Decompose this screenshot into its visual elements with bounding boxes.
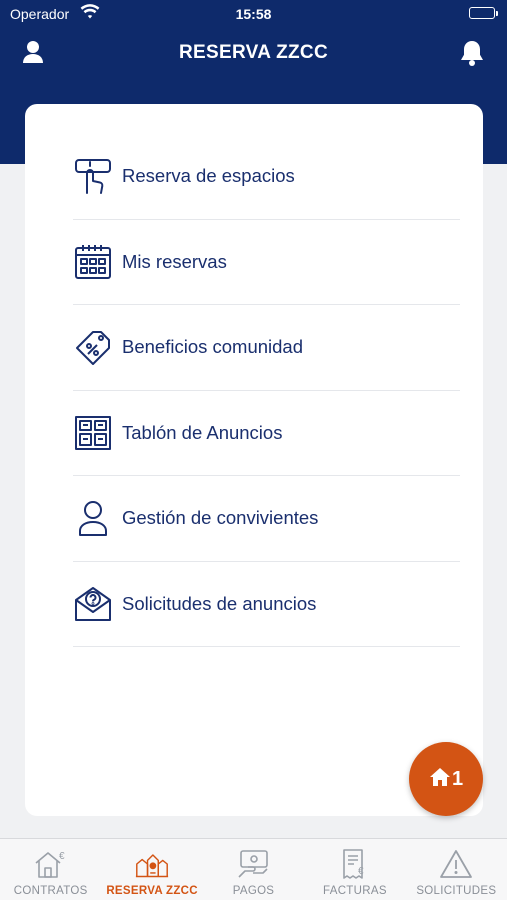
tab-solicitudes[interactable]: SOLICITUDES: [406, 839, 507, 900]
warning-icon: [439, 847, 473, 881]
svg-text:€: €: [358, 866, 364, 877]
person-icon: [73, 498, 113, 538]
tab-reserva-zzcc[interactable]: RESERVA ZZCC: [101, 839, 202, 900]
page-title: RESERVA ZZCC: [179, 42, 328, 63]
house-euro-icon: €: [34, 847, 68, 881]
community-icon: [135, 847, 169, 881]
home-icon: [429, 767, 451, 792]
menu-card: Reserva de espacios Mis reservas Benefic…: [25, 104, 483, 816]
menu-item-label: Reserva de espacios: [122, 165, 295, 187]
menu-item-label: Mis reservas: [122, 250, 227, 272]
menu-item-beneficios[interactable]: Beneficios comunidad: [73, 305, 460, 391]
menu-item-label: Solicitudes de anuncios: [122, 592, 317, 614]
envelope-question-icon: [73, 584, 113, 624]
tab-label: FACTURAS: [323, 885, 387, 897]
clock: 15:58: [235, 6, 272, 22]
menu-item-solicitudes-anuncios[interactable]: Solicitudes de anuncios: [73, 562, 460, 647]
tab-facturas[interactable]: € FACTURAS: [304, 839, 405, 900]
svg-text:€: €: [59, 851, 65, 862]
tab-label: RESERVA ZZCC: [106, 885, 198, 897]
menu-item-reserva-espacios[interactable]: Reserva de espacios: [73, 134, 460, 220]
hand-touch-icon: [73, 156, 113, 196]
tab-label: SOLICITUDES: [416, 885, 497, 897]
tab-label: CONTRATOS: [13, 885, 88, 897]
battery-icon: [469, 7, 498, 19]
menu-item-label: Tablón de Anuncios: [122, 421, 283, 443]
tab-bar: € CONTRATOS RESERVA ZZCC PAGOS € FACTURA…: [0, 838, 507, 900]
menu-item-convivientes[interactable]: Gestión de convivientes: [73, 476, 460, 562]
tab-label: PAGOS: [232, 885, 275, 897]
home-fab-button[interactable]: 1: [409, 742, 483, 816]
menu-item-label: Beneficios comunidad: [122, 336, 303, 358]
tab-pagos[interactable]: PAGOS: [203, 839, 304, 900]
calendar-icon: [73, 242, 113, 282]
bell-icon[interactable]: [459, 39, 485, 67]
notice-board-icon: [73, 413, 113, 453]
tab-contratos[interactable]: € CONTRATOS: [0, 839, 101, 900]
menu-item-mis-reservas[interactable]: Mis reservas: [73, 220, 460, 305]
discount-tag-icon: [73, 327, 113, 367]
menu-item-tablon[interactable]: Tablón de Anuncios: [73, 391, 460, 476]
status-bar: Operador 15:58: [0, 0, 507, 28]
payment-icon: [237, 847, 271, 881]
fab-count: 1: [451, 767, 464, 790]
invoice-icon: €: [338, 847, 372, 881]
menu-item-label: Gestión de convivientes: [122, 507, 319, 529]
menu-list: Reserva de espacios Mis reservas Benefic…: [73, 134, 460, 647]
